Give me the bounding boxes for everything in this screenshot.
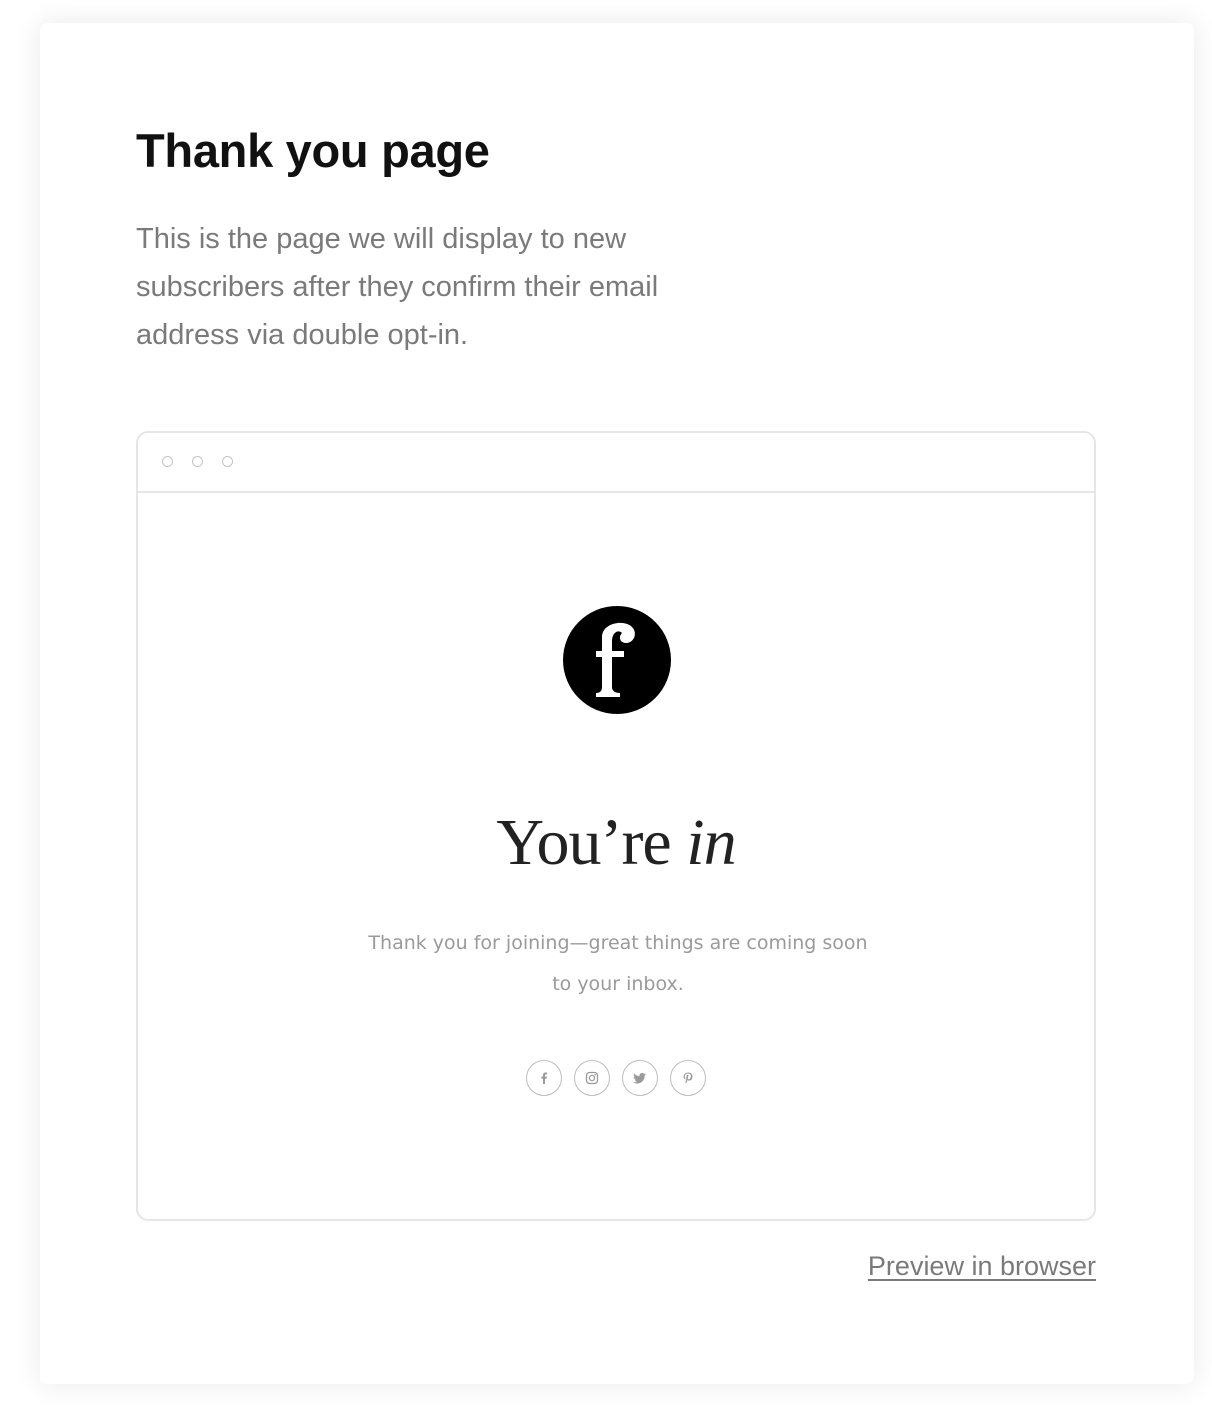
preview-headline: You’re in bbox=[138, 803, 1094, 883]
headline-main-text: You’re bbox=[496, 806, 687, 879]
preview-message: Thank you for joining—great things are c… bbox=[368, 932, 868, 995]
window-dot-icon bbox=[222, 456, 233, 467]
browser-toolbar bbox=[138, 433, 1094, 493]
settings-card: Thank you page This is the page we will … bbox=[40, 23, 1194, 1384]
window-dot-icon bbox=[192, 456, 203, 467]
social-links bbox=[138, 1060, 1094, 1096]
window-dot-icon bbox=[162, 456, 173, 467]
brand-logo-icon bbox=[562, 605, 672, 715]
pinterest-link[interactable] bbox=[670, 1060, 706, 1096]
pinterest-icon bbox=[683, 1072, 693, 1084]
preview-in-browser-link[interactable]: Preview in browser bbox=[868, 1251, 1096, 1282]
twitter-link[interactable] bbox=[622, 1060, 658, 1096]
instagram-link[interactable] bbox=[574, 1060, 610, 1096]
page-title: Thank you page bbox=[136, 124, 490, 177]
browser-preview-frame: You’re in Thank you for joining—great th… bbox=[136, 431, 1096, 1221]
headline-emphasis-text: in bbox=[686, 806, 736, 879]
page-description: This is the page we will display to new … bbox=[136, 223, 659, 351]
instagram-icon bbox=[585, 1071, 599, 1085]
facebook-link[interactable] bbox=[526, 1060, 562, 1096]
facebook-icon bbox=[541, 1072, 548, 1084]
twitter-icon bbox=[633, 1073, 646, 1084]
